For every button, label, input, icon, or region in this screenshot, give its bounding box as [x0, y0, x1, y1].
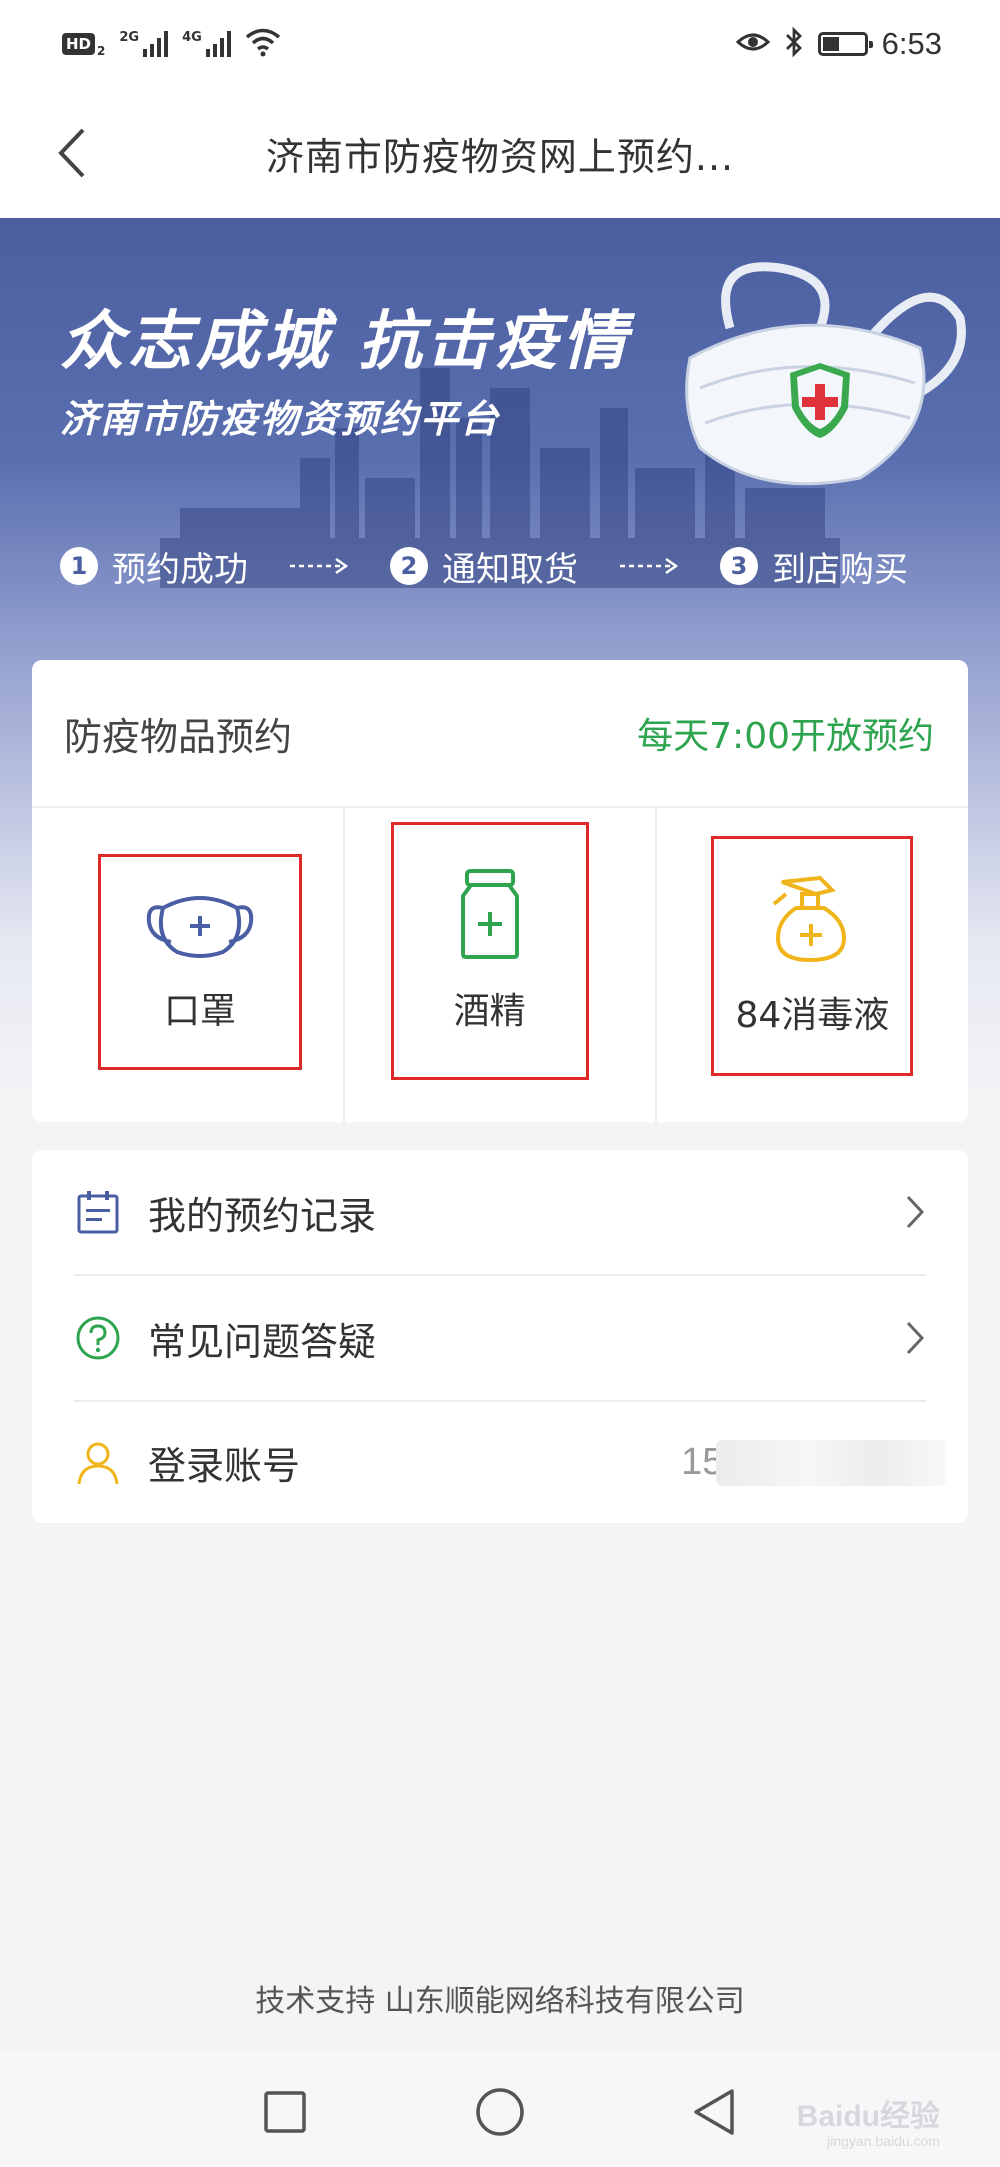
item-alcohol[interactable]: 酒精: [345, 808, 658, 1122]
mask-illustration-icon: [685, 262, 966, 486]
item-label: 84消毒液: [735, 995, 890, 1036]
triangle-back-icon: [694, 2089, 734, 2135]
status-left: HD 2 2G 4G: [62, 24, 281, 64]
step-number: 2: [390, 547, 428, 585]
menu-label: 我的预约记录: [148, 1193, 377, 1238]
redacted-blur: [716, 1439, 946, 1486]
bluetooth-icon: [784, 26, 804, 62]
step-label: 通知取货: [442, 549, 578, 590]
booking-open-time: 每天7:00开放预约: [637, 716, 934, 757]
user-icon: [74, 1439, 122, 1487]
booking-title: 防疫物品预约: [64, 714, 293, 759]
item-disinfectant[interactable]: 84消毒液: [657, 808, 968, 1122]
step-1: 1 预约成功: [60, 542, 248, 591]
item-label: 口罩: [163, 991, 236, 1032]
circle-icon: [476, 2088, 524, 2136]
eye-comfort-icon: [735, 30, 770, 58]
hero-subtitle: 济南市防疫物资预约平台: [60, 397, 501, 441]
spray-bottle-icon: [773, 875, 847, 963]
step-3: 3 到店购买: [720, 542, 908, 591]
wifi-icon: [245, 27, 281, 61]
menu-item-records[interactable]: 我的预约记录: [74, 1150, 926, 1276]
title-bar: 济南市防疫物资网上预约...: [0, 88, 1000, 218]
signal-4g-label: 4G: [182, 30, 202, 45]
dashed-arrow-icon: [288, 556, 350, 576]
dashed-arrow-icon: [618, 556, 680, 576]
hd-sub-label: 2: [97, 44, 106, 58]
booking-card: 防疫物品预约 每天7:00开放预约 口罩 酒精 84消毒液: [32, 660, 968, 1122]
alcohol-bottle-icon: [460, 869, 519, 959]
step-label: 到店购买: [772, 549, 908, 590]
square-icon: [264, 2091, 306, 2133]
watermark-brand: Baidu经验: [796, 2100, 940, 2133]
menu-label: 常见问题答疑: [148, 1319, 377, 1364]
recent-apps-button[interactable]: [255, 2082, 315, 2142]
page-title: 济南市防疫物资网上预约...: [265, 134, 735, 179]
booking-items: 口罩 酒精 84消毒液: [32, 808, 968, 1122]
back-button[interactable]: [44, 118, 100, 188]
battery-icon: [817, 32, 873, 56]
chevron-left-icon: [58, 128, 85, 178]
system-nav-bar: Baidu经验 jingyan.baidu.com: [0, 2052, 1000, 2167]
hero-title: 众志成城 抗击疫情: [60, 305, 631, 379]
signal-4g-icon: 4G: [182, 31, 231, 57]
face-mask-icon: [146, 896, 254, 958]
signal-2g-label: 2G: [119, 30, 140, 45]
status-time: 6:53: [881, 26, 942, 61]
home-button[interactable]: [470, 2082, 530, 2142]
chevron-right-icon: [906, 1195, 925, 1229]
battery-level: [822, 37, 839, 51]
menu-label: 登录账号: [148, 1444, 301, 1488]
calendar-list-icon: [74, 1188, 122, 1236]
step-number: 1: [60, 547, 98, 585]
step-2: 2 通知取货: [390, 542, 578, 591]
footer-credit: 技术支持 山东顺能网络科技有限公司: [255, 1984, 745, 2019]
status-right: 6:53: [735, 22, 942, 66]
hd-voice-icon: HD: [62, 33, 96, 55]
menu-item-faq[interactable]: 常见问题答疑: [74, 1276, 926, 1402]
question-circle-icon: [74, 1314, 122, 1362]
back-nav-button[interactable]: [684, 2082, 744, 2142]
baidu-watermark: Baidu经验 jingyan.baidu.com: [797, 2091, 940, 2149]
step-label: 预约成功: [112, 549, 248, 590]
chevron-right-icon: [906, 1321, 925, 1355]
item-mask[interactable]: 口罩: [32, 808, 345, 1122]
status-bar: HD 2 2G 4G 6:53: [0, 0, 1000, 88]
highlight-box: 84消毒液: [711, 836, 914, 1076]
process-steps: 1 预约成功 2 通知取货 3 到店购买: [60, 538, 908, 594]
menu-item-account: 登录账号 15(: [74, 1402, 946, 1523]
booking-card-header: 防疫物品预约 每天7:00开放预约: [32, 660, 968, 808]
watermark-url: jingyan.baidu.com: [827, 2133, 940, 2149]
highlight-box: 酒精: [390, 822, 589, 1080]
item-label: 酒精: [453, 991, 526, 1032]
step-number: 3: [720, 547, 758, 585]
highlight-box: 口罩: [98, 854, 302, 1070]
menu-card: 我的预约记录 常见问题答疑 登录账号 15(: [32, 1150, 968, 1523]
signal-2g-icon: 2G: [119, 30, 169, 57]
